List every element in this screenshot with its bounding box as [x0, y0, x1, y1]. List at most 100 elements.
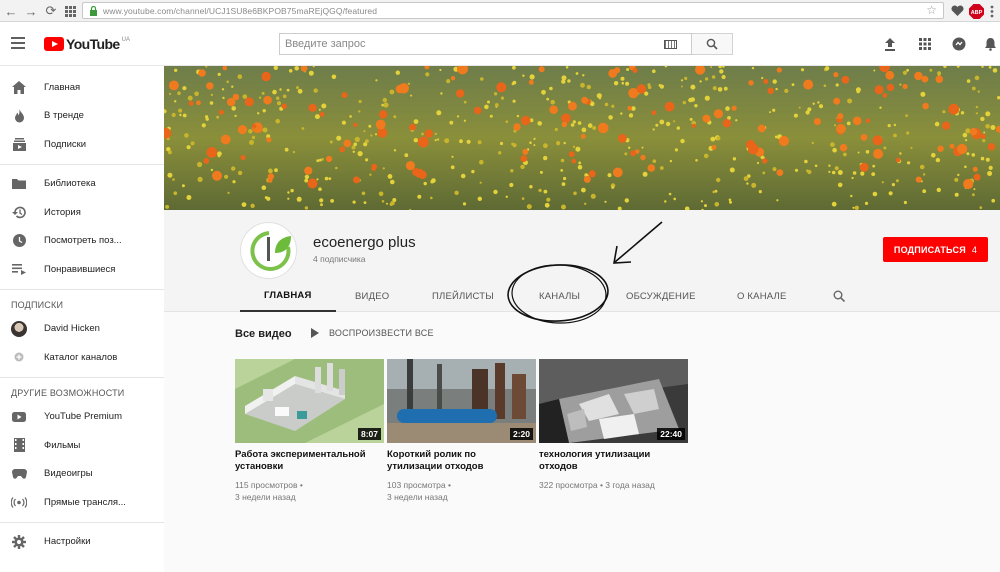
sidebar-item-trending[interactable]: В тренде [0, 102, 164, 131]
video-duration: 8:07 [357, 428, 381, 440]
adblock-extension-icon[interactable]: ABP [968, 3, 984, 19]
sidebar-item-label: Понравившиеся [44, 263, 116, 275]
video-duration: 22:40 [657, 428, 685, 440]
youtube-icon [11, 409, 27, 425]
video-thumbnail[interactable]: 8:07 [235, 359, 384, 443]
playlist-icon [11, 261, 27, 277]
search-input[interactable] [285, 38, 655, 50]
url-text: www.youtube.com/channel/UCJ1SU8e6BKPOB75… [103, 5, 378, 16]
sidebar-item-label: YouTube Premium [44, 411, 122, 423]
sidebar-divider [0, 521, 164, 523]
sidebar-item-label: Фильмы [44, 439, 81, 451]
home-icon [11, 79, 27, 95]
clock-icon [11, 233, 27, 249]
channel-search-icon[interactable] [833, 280, 845, 312]
apps-icon[interactable] [917, 36, 933, 52]
sidebar-item-library[interactable]: Библиотека [0, 170, 164, 199]
gear-icon [11, 534, 27, 550]
video-card[interactable]: 8:07 Работа экспериментальной установки … [235, 359, 384, 503]
sidebar-item-settings[interactable]: Настройки [0, 528, 164, 557]
history-icon [11, 204, 27, 220]
video-title[interactable]: Короткий ролик по утилизации отходов [387, 449, 527, 472]
tab-about[interactable]: О КАНАЛЕ [737, 280, 786, 312]
keyboard-icon[interactable] [664, 40, 677, 49]
subscribe-button[interactable]: ПОДПИСАТЬСЯ 4 [883, 237, 988, 262]
logo-region: UA [121, 37, 130, 43]
youtube-play-logo-icon [44, 37, 64, 51]
sidebar-item-games[interactable]: Видеоигры [0, 460, 164, 489]
reload-icon[interactable]: ⟳ [41, 1, 61, 21]
sidebar-item-label: Настройки [44, 536, 91, 548]
section-title[interactable]: Все видео [235, 328, 292, 340]
notifications-bell-icon[interactable] [982, 36, 998, 52]
messages-icon[interactable] [951, 36, 967, 52]
video-card[interactable]: 22:40 технология утилизации отходов 322 … [539, 359, 688, 492]
channel-name: ecoenergo plus [313, 234, 416, 251]
video-meta: 115 просмотров • 3 недели назад [235, 480, 384, 503]
heart-extension-icon[interactable] [949, 3, 965, 19]
browser-menu-icon[interactable] [984, 3, 1000, 19]
sidebar-item-youtube-premium[interactable]: YouTube Premium [0, 403, 164, 432]
sidebar-item-channel-catalog[interactable]: Каталог каналов [0, 343, 164, 372]
sidebar-item-label: История [44, 206, 81, 218]
sidebar-item-watch-later[interactable]: Посмотреть поз... [0, 227, 164, 256]
channel-avatar[interactable] [240, 222, 297, 279]
sidebar-item-label: Подписки [44, 138, 87, 150]
tab-home[interactable]: ГЛАВНАЯ [240, 280, 336, 312]
sidebar-divider [0, 288, 164, 290]
channel-content: Все видео ВОСПРОИЗВЕСТИ ВСЕ 8:07 Работа … [164, 312, 1000, 572]
sidebar-item-david-hicken[interactable]: David Hicken [0, 315, 164, 344]
sidebar-item-home[interactable]: Главная [0, 73, 164, 102]
video-views: 115 просмотров • [235, 480, 303, 490]
video-meta: 322 просмотра • 3 года назад [539, 480, 688, 492]
sidebar-item-label: Прямые трансля... [44, 496, 126, 508]
video-title[interactable]: Работа экспериментальной установки [235, 449, 375, 472]
film-icon [11, 437, 27, 453]
folder-icon [11, 176, 27, 192]
lock-icon [90, 5, 97, 16]
sidebar-item-label: David Hicken [44, 323, 100, 335]
channel-tabs: ГЛАВНАЯ ВИДЕО ПЛЕЙЛИСТЫ КАНАЛЫ ОБСУЖДЕНИ… [240, 280, 940, 312]
subscriptions-icon [11, 136, 27, 152]
address-bar[interactable]: www.youtube.com/channel/UCJ1SU8e6BKPOB75… [82, 2, 944, 19]
video-thumbnail[interactable]: 2:20 [387, 359, 536, 443]
search-icon [706, 38, 718, 50]
menu-hamburger-icon[interactable] [11, 37, 25, 49]
sidebar-item-liked[interactable]: Понравившиеся [0, 255, 164, 284]
tab-playlists[interactable]: ПЛЕЙЛИСТЫ [432, 280, 494, 312]
video-title[interactable]: технология утилизации отходов [539, 449, 679, 472]
apps-grid-icon[interactable] [60, 1, 80, 21]
video-meta: 103 просмотра • 3 недели назад [387, 480, 536, 503]
subscriptions-heading: ПОДПИСКИ [11, 299, 64, 310]
sidebar: Главная В тренде Подписки Библиотека Ист… [0, 66, 164, 572]
youtube-header: YouTube UA [0, 22, 1000, 66]
sidebar-item-label: Посмотреть поз... [44, 235, 122, 247]
forward-arrow-icon[interactable]: → [21, 1, 41, 21]
upload-icon[interactable] [882, 36, 898, 52]
sidebar-item-subscriptions[interactable]: Подписки [0, 130, 164, 159]
subscribe-count: 4 [971, 244, 978, 255]
sidebar-item-films[interactable]: Фильмы [0, 431, 164, 460]
adblock-badge-text: ABP [970, 10, 982, 16]
tab-videos[interactable]: ВИДЕО [355, 280, 389, 312]
video-thumbnail[interactable]: 22:40 [539, 359, 688, 443]
flame-icon [11, 108, 27, 124]
video-age: 3 недели назад [387, 491, 448, 502]
play-all-button[interactable]: ВОСПРОИЗВЕСТИ ВСЕ [311, 328, 434, 338]
search-button[interactable] [692, 33, 733, 55]
tab-discussion[interactable]: ОБСУЖДЕНИЕ [626, 280, 696, 312]
video-card[interactable]: 2:20 Короткий ролик по утилизации отходо… [387, 359, 536, 503]
youtube-logo[interactable]: YouTube UA [44, 37, 130, 51]
more-heading: ДРУГИЕ ВОЗМОЖНОСТИ [11, 387, 125, 398]
bookmark-star-icon[interactable]: ☆ [926, 3, 937, 18]
play-all-label: ВОСПРОИЗВЕСТИ ВСЕ [329, 328, 434, 338]
channel-banner [164, 66, 1000, 210]
sidebar-item-label: Главная [44, 81, 81, 93]
sidebar-item-history[interactable]: История [0, 198, 164, 227]
back-arrow-icon[interactable]: ← [1, 1, 21, 21]
sidebar-item-live[interactable]: Прямые трансля... [0, 488, 164, 517]
video-duration: 2:20 [509, 428, 533, 440]
gamepad-icon [11, 466, 27, 482]
tab-channels[interactable]: КАНАЛЫ [539, 280, 580, 312]
logo-text: YouTube [66, 36, 120, 52]
